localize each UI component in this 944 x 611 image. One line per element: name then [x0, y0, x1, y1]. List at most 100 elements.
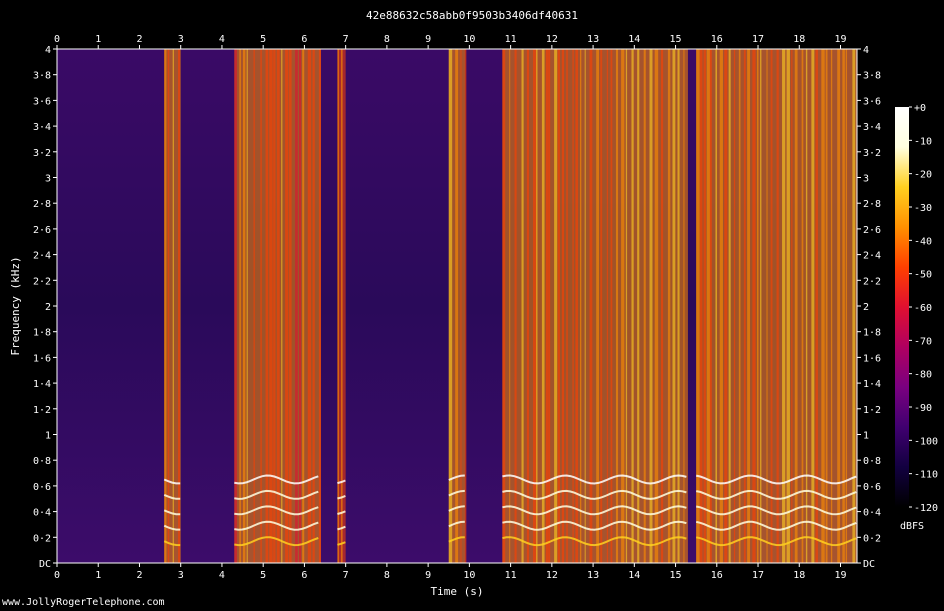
- x-tick-label-bottom: 3: [178, 570, 184, 581]
- y-tick-label-left: 3·6: [33, 96, 51, 107]
- x-tick-label-bottom: 7: [343, 570, 349, 581]
- colorbar-gradient: [895, 107, 909, 507]
- colorbar-tick-label: -90: [914, 403, 932, 414]
- y-tick-label-right: 1·4: [863, 379, 881, 390]
- footer-url: www.JollyRogerTelephone.com: [2, 597, 165, 608]
- colorbar-tick-label: -40: [914, 236, 932, 247]
- y-tick-label-right: DC: [863, 559, 875, 570]
- x-tick-label-bottom: 19: [834, 570, 846, 581]
- y-tick-label-right: 0·4: [863, 508, 881, 519]
- x-tick-label-top: 11: [505, 34, 517, 45]
- speech-segment: [448, 49, 467, 563]
- colorbar-tick-label: +0: [914, 103, 926, 114]
- y-tick-label-left: 0·4: [33, 508, 51, 519]
- y-tick-label-right: 1: [863, 431, 869, 442]
- x-tick-label-bottom: 0: [54, 570, 60, 581]
- x-tick-label-bottom: 6: [301, 570, 307, 581]
- x-tick-label-top: 4: [219, 34, 225, 45]
- x-tick-label-top: 3: [178, 34, 184, 45]
- y-tick-label-right: 3·6: [863, 96, 881, 107]
- y-tick-label-left: 2·2: [33, 276, 51, 287]
- x-axis-label: Time (s): [431, 585, 484, 598]
- y-tick-label-left: 1: [45, 431, 51, 442]
- colorbar-tick-label: -20: [914, 170, 932, 181]
- y-tick-label-left: 0·2: [33, 533, 51, 544]
- x-tick-label-bottom: 15: [670, 570, 682, 581]
- y-tick-label-left: 3·4: [33, 122, 51, 133]
- y-tick-label-left: DC: [39, 559, 51, 570]
- y-tick-label-right: 0·8: [863, 456, 881, 467]
- y-tick-label-left: 0·8: [33, 456, 51, 467]
- y-tick-label-right: 4: [863, 45, 869, 56]
- x-tick-label-bottom: 12: [546, 570, 558, 581]
- x-tick-label-bottom: 9: [425, 570, 431, 581]
- spectrogram-plot-area: [57, 49, 857, 563]
- x-tick-label-top: 18: [793, 34, 805, 45]
- colorbar-tick-label: -10: [914, 136, 932, 147]
- y-tick-label-right: 2·2: [863, 276, 881, 287]
- x-tick-label-top: 9: [425, 34, 431, 45]
- colorbar-tick-label: -100: [914, 436, 938, 447]
- y-tick-label-right: 0·6: [863, 482, 881, 493]
- speech-segment: [337, 49, 346, 563]
- y-tick-label-right: 1·2: [863, 405, 881, 416]
- x-tick-label-bottom: 10: [463, 570, 475, 581]
- y-tick-label-left: 4: [45, 45, 51, 56]
- spectrogram-chart: 0011223344556677889910101111121213131414…: [9, 34, 938, 598]
- x-tick-label-top: 8: [384, 34, 390, 45]
- x-tick-label-top: 15: [670, 34, 682, 45]
- y-tick-label-left: 2: [45, 302, 51, 313]
- x-tick-label-top: 0: [54, 34, 60, 45]
- y-tick-label-right: 2·4: [863, 251, 881, 262]
- x-tick-label-bottom: 16: [711, 570, 723, 581]
- x-tick-label-top: 5: [260, 34, 266, 45]
- x-tick-label-bottom: 8: [384, 570, 390, 581]
- x-tick-label-bottom: 18: [793, 570, 805, 581]
- y-tick-label-left: 1·8: [33, 328, 51, 339]
- colorbar-tick-label: -70: [914, 336, 932, 347]
- y-tick-label-right: 1·8: [863, 328, 881, 339]
- speech-segment: [234, 49, 322, 563]
- x-tick-label-top: 6: [301, 34, 307, 45]
- y-tick-label-right: 2: [863, 302, 869, 313]
- colorbar-tick-label: -80: [914, 370, 932, 381]
- y-tick-label-right: 2·6: [863, 225, 881, 236]
- y-tick-label-right: 3·4: [863, 122, 881, 133]
- x-tick-label-bottom: 2: [136, 570, 142, 581]
- y-tick-label-left: 2·4: [33, 251, 51, 262]
- y-tick-label-left: 3·8: [33, 71, 51, 82]
- y-tick-label-left: 1·2: [33, 405, 51, 416]
- x-tick-label-bottom: 4: [219, 570, 225, 581]
- y-tick-label-left: 1·6: [33, 353, 51, 364]
- x-tick-label-bottom: 13: [587, 570, 599, 581]
- colorbar-tick-label: -120: [914, 503, 938, 514]
- x-tick-label-bottom: 11: [505, 570, 517, 581]
- x-tick-label-top: 7: [343, 34, 349, 45]
- speech-segment: [695, 49, 857, 563]
- y-tick-label-right: 3·2: [863, 148, 881, 159]
- speech-segment: [163, 49, 181, 563]
- y-tick-label-right: 2·8: [863, 199, 881, 210]
- x-tick-label-top: 10: [463, 34, 475, 45]
- y-tick-label-left: 2·6: [33, 225, 51, 236]
- y-tick-label-left: 2·8: [33, 199, 51, 210]
- x-tick-label-top: 2: [136, 34, 142, 45]
- y-tick-label-left: 3·2: [33, 148, 51, 159]
- colorbar-label: dBFS: [900, 521, 924, 532]
- y-axis-label: Frequency (kHz): [9, 256, 22, 355]
- x-tick-label-top: 12: [546, 34, 558, 45]
- y-tick-label-left: 1·4: [33, 379, 51, 390]
- colorbar-tick-label: -110: [914, 470, 938, 481]
- y-tick-label-left: 3: [45, 174, 51, 185]
- colorbar-tick-label: -60: [914, 303, 932, 314]
- y-tick-label-left: 0·6: [33, 482, 51, 493]
- x-tick-label-bottom: 17: [752, 570, 764, 581]
- y-tick-label-right: 3: [863, 174, 869, 185]
- x-tick-label-top: 13: [587, 34, 599, 45]
- x-tick-label-bottom: 5: [260, 570, 266, 581]
- y-tick-label-right: 1·6: [863, 353, 881, 364]
- x-tick-label-bottom: 1: [95, 570, 101, 581]
- y-tick-label-right: 3·8: [863, 71, 881, 82]
- y-tick-label-right: 0·2: [863, 533, 881, 544]
- x-tick-label-bottom: 14: [628, 570, 640, 581]
